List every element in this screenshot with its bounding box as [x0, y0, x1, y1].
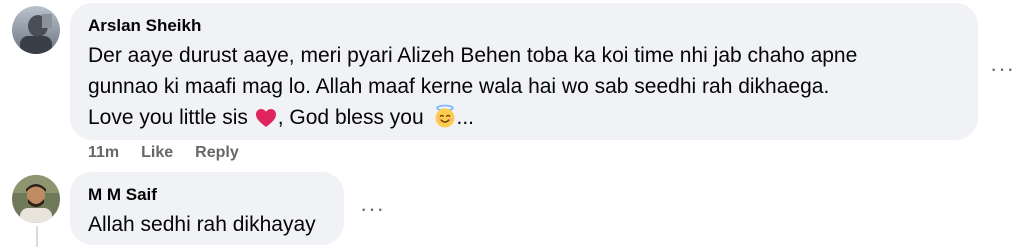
comment-author[interactable]: Arslan Sheikh — [88, 15, 960, 37]
comment-text-line: Der aaye durust aaye, meri pyari Alizeh … — [88, 44, 858, 67]
reply-button[interactable]: Reply — [195, 142, 239, 164]
comment-text-line: Love you little sis — [88, 106, 254, 129]
comment-timestamp[interactable]: 11m — [88, 142, 119, 164]
more-options-button[interactable]: ··· — [990, 58, 1015, 80]
comment-author[interactable]: M M Saif — [88, 184, 326, 206]
comment-text: Der aaye durust aaye, meri pyari Alizeh … — [88, 40, 960, 137]
thread-connector-line — [36, 226, 38, 247]
comment-text: Allah sedhi rah dikhayay — [88, 213, 316, 236]
avatar-m-m-saif[interactable] — [12, 175, 60, 223]
comment-thread: Arslan Sheikh Der aaye durust aaye, meri… — [0, 0, 1024, 247]
comment-text-line: gunnao ki maafi mag lo. Allah maaf kerne… — [88, 75, 830, 98]
avatar-arslan-sheikh[interactable] — [12, 6, 60, 54]
comment-see-more[interactable]: ... — [457, 106, 475, 129]
more-options-button[interactable]: ··· — [360, 198, 385, 220]
like-button[interactable]: Like — [141, 142, 173, 164]
comment-bubble: M M Saif Allah sedhi rah dikhayay — [70, 172, 344, 245]
comment-actions: 11m Like Reply — [88, 142, 239, 164]
heart-emoji-icon — [255, 106, 277, 137]
smiling-face-with-halo-icon — [433, 104, 457, 137]
comment-bubble: Arslan Sheikh Der aaye durust aaye, meri… — [70, 3, 978, 140]
comment-text-segment: , God bless you — [277, 106, 430, 129]
